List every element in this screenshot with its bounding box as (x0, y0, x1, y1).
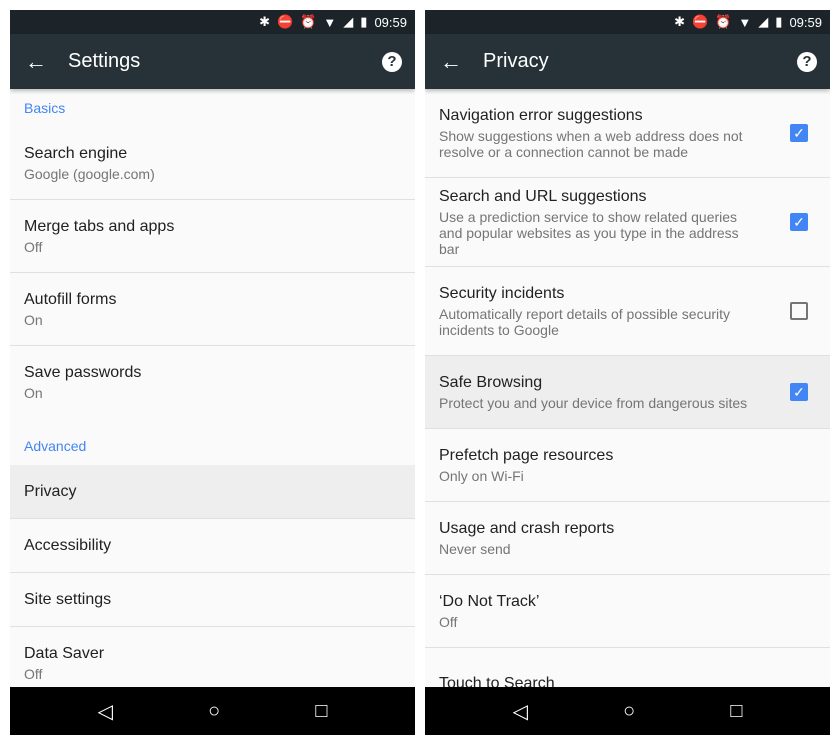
item-title: Privacy (24, 482, 77, 500)
clock: 09:59 (789, 14, 822, 30)
list-item[interactable]: Search and URL suggestions Use a predicti… (425, 178, 830, 267)
status-bar: ✱ ⛔ ⏰ ▼ ◢ ▮ 09:59 (425, 10, 830, 34)
settings-list[interactable]: Basics Search engine Google (google.com) … (10, 89, 415, 687)
item-subtitle: Use a prediction service to show related… (439, 208, 739, 257)
item-subtitle: Show suggestions when a web address does… (439, 127, 743, 160)
item-title: Touch to Search (439, 675, 555, 687)
item-title: Site settings (24, 590, 112, 608)
list-item[interactable]: Usage and crash reports Never send (425, 502, 830, 575)
back-arrow-icon[interactable]: ← (425, 49, 477, 75)
item-title: Search and URL suggestions (439, 187, 647, 205)
section-header: Advanced (24, 438, 87, 454)
item-title: Security incidents (439, 284, 565, 302)
wifi-icon: ▼ (323, 14, 337, 30)
wifi-icon: ▼ (738, 14, 752, 30)
item-subtitle: Only on Wi-Fi (439, 467, 524, 484)
list-item[interactable]: Data Saver Off (10, 627, 415, 687)
list-item[interactable]: Site settings (10, 573, 415, 627)
help-icon[interactable]: ? (382, 51, 402, 72)
help-icon[interactable]: ? (797, 51, 817, 72)
item-title: Autofill forms (24, 290, 117, 308)
signal-icon: ◢ (758, 14, 769, 29)
battery-icon: ▮ (775, 14, 783, 29)
list-item[interactable]: Autofill forms On (10, 273, 415, 346)
list-item[interactable]: Merge tabs and apps Off (10, 200, 415, 273)
list-item[interactable]: Save passwords On (10, 346, 415, 419)
recents-nav-icon[interactable]: □ (730, 700, 742, 723)
item-subtitle: Never send (439, 540, 511, 557)
item-title: Navigation error suggestions (439, 106, 643, 124)
nav-bar: ◁ ○ □ (425, 687, 830, 735)
bluetooth-icon: ✱ (259, 14, 271, 29)
clock: 09:59 (374, 14, 407, 30)
item-subtitle: Google (google.com) (24, 165, 155, 182)
status-bar: ✱ ⛔ ⏰ ▼ ◢ ▮ 09:59 (10, 10, 415, 34)
dnd-icon: ⛔ (692, 14, 709, 29)
alarm-icon: ⏰ (715, 14, 732, 29)
item-title: Safe Browsing (439, 373, 543, 391)
page-title: Settings (68, 50, 141, 72)
item-title: Prefetch page resources (439, 446, 614, 464)
toolbar: ← Settings ? (10, 34, 415, 89)
item-title: Accessibility (24, 536, 112, 554)
list-item[interactable]: Safe Browsing Protect you and your device… (425, 356, 830, 429)
list-item[interactable]: Privacy (10, 465, 415, 519)
alarm-icon: ⏰ (300, 14, 317, 29)
list-item[interactable]: Prefetch page resources Only on Wi-Fi (425, 429, 830, 502)
item-subtitle: On (24, 385, 43, 401)
item-title: Merge tabs and apps (24, 217, 175, 235)
section-header: Basics (24, 100, 66, 116)
list-item[interactable]: Touch to Search (425, 648, 830, 687)
checkbox[interactable]: ✓ (790, 213, 808, 231)
battery-icon: ▮ (360, 14, 368, 29)
item-title: Usage and crash reports (439, 519, 615, 537)
list-item[interactable]: Security incidents Automatically report d… (425, 267, 830, 356)
checkbox[interactable]: ✓ (790, 383, 808, 401)
item-subtitle: Off (24, 238, 43, 255)
item-title: Data Saver (24, 644, 105, 662)
checkbox[interactable] (790, 302, 808, 320)
bluetooth-icon: ✱ (674, 14, 686, 29)
toolbar: ← Privacy ? (425, 34, 830, 89)
dnd-icon: ⛔ (277, 14, 294, 29)
back-nav-icon[interactable]: ◁ (98, 699, 113, 724)
settings-screen: ✱ ⛔ ⏰ ▼ ◢ ▮ 09:59 ← Settings ? Basics Search … (10, 10, 415, 735)
checkbox[interactable]: ✓ (790, 124, 808, 142)
item-title: Search engine (24, 144, 128, 162)
list-item[interactable]: ‘Do Not Track’ Off (425, 575, 830, 648)
recents-nav-icon[interactable]: □ (315, 700, 327, 723)
nav-bar: ◁ ○ □ (10, 687, 415, 735)
home-nav-icon[interactable]: ○ (208, 700, 220, 723)
item-title: ‘Do Not Track’ (439, 592, 540, 610)
item-subtitle: Protect you and your device from dangero… (439, 394, 748, 411)
signal-icon: ◢ (343, 14, 354, 29)
item-subtitle: Off (439, 613, 458, 630)
item-subtitle: On (24, 311, 43, 328)
back-nav-icon[interactable]: ◁ (513, 699, 528, 724)
item-subtitle: Automatically report details of possible… (439, 305, 731, 338)
item-title: Save passwords (24, 364, 142, 381)
list-item[interactable]: Accessibility (10, 519, 415, 573)
item-subtitle: Off (24, 665, 43, 682)
page-title: Privacy (483, 50, 549, 72)
home-nav-icon[interactable]: ○ (623, 700, 635, 723)
privacy-screen: ✱ ⛔ ⏰ ▼ ◢ ▮ 09:59 ← Privacy ? Navigation erro… (425, 10, 830, 735)
settings-list[interactable]: Navigation error suggestions Show suggest… (425, 89, 830, 687)
list-item[interactable]: Navigation error suggestions Show suggest… (425, 89, 830, 178)
list-item[interactable]: Search engine Google (google.com) (10, 127, 415, 200)
back-arrow-icon[interactable]: ← (10, 49, 62, 75)
